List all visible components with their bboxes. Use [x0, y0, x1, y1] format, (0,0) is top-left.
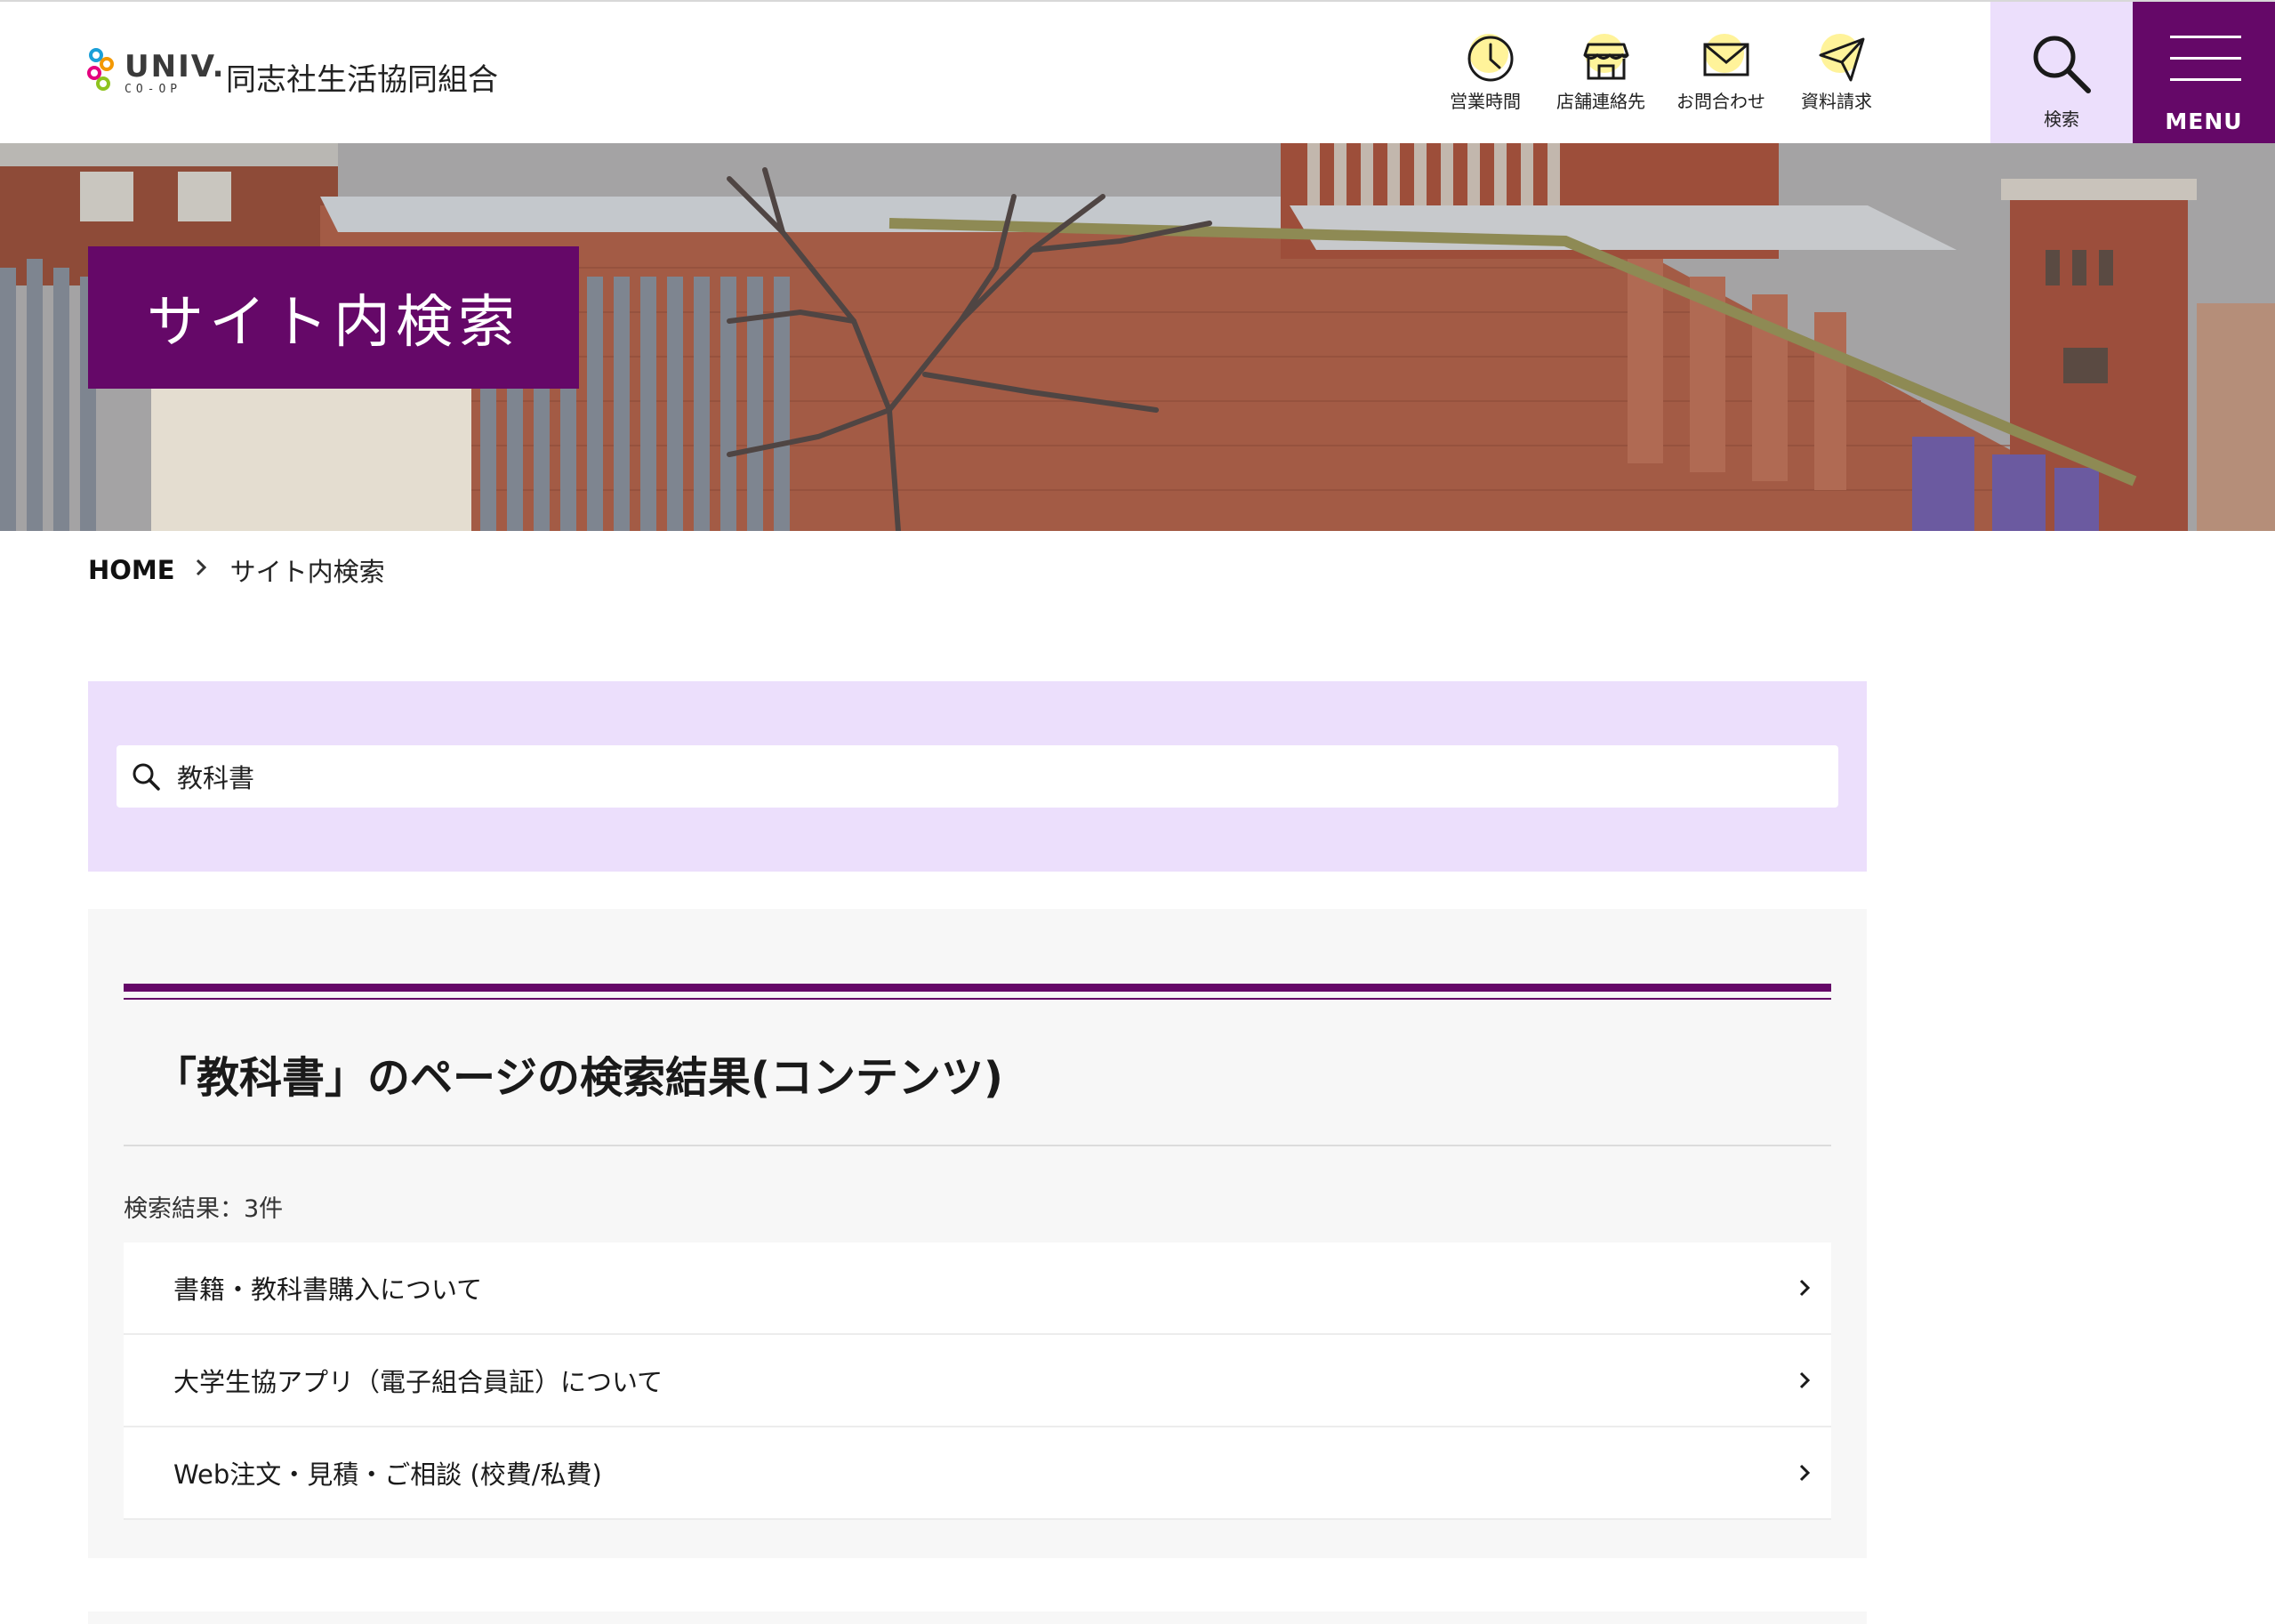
menu-button[interactable]: MENU: [2133, 2, 2275, 145]
univ-coop-logo[interactable]: UNIV. CO-OP: [85, 48, 226, 98]
result-item[interactable]: 大学生協アプリ（電子組合員証）について: [124, 1335, 1831, 1427]
menu-label: MENU: [2165, 109, 2243, 134]
inquiry-label: お問合わせ: [1676, 91, 1765, 112]
chevron-right-icon: [1799, 1371, 1811, 1389]
clock-icon: [1467, 36, 1514, 82]
result-item-title: 書籍・教科書購入について: [173, 1274, 483, 1305]
result-item-title: Web注文・見積・ご相談 (校費/私費): [173, 1459, 602, 1490]
search-icon: [2033, 36, 2091, 93]
business-hours-link[interactable]: 営業時間: [1427, 28, 1543, 113]
paper-plane-icon: [1819, 37, 1865, 82]
header-search-label: 検索: [2044, 109, 2079, 130]
search-icon: [133, 763, 160, 791]
breadcrumb-home-link[interactable]: HOME: [88, 555, 175, 585]
result-item[interactable]: 書籍・教科書購入について: [124, 1242, 1831, 1335]
breadcrumb-current: サイト内検索: [229, 557, 385, 587]
results-count: 検索結果：3件: [124, 1195, 284, 1223]
chevron-right-icon: [195, 557, 207, 583]
result-item-title: 大学生協アプリ（電子組合員証）について: [173, 1367, 663, 1397]
page-title: サイト内検索: [88, 246, 579, 389]
heading-rule-thin: [124, 998, 1831, 1000]
breadcrumb: HOME サイト内検索: [88, 551, 385, 589]
store-contact-label: 店舗連絡先: [1556, 91, 1645, 112]
results-list: 書籍・教科書購入について 大学生協アプリ（電子組合員証）について Web注文・見…: [124, 1242, 1831, 1520]
chevron-right-icon: [1799, 1464, 1811, 1482]
result-item[interactable]: Web注文・見積・ご相談 (校費/私費): [124, 1427, 1831, 1520]
document-request-label: 資料請求: [1801, 91, 1872, 112]
search-field-wrapper: [117, 745, 1838, 808]
inquiry-link[interactable]: お問合わせ: [1659, 28, 1783, 113]
hero-banner: サイト内検索: [0, 143, 2275, 531]
results-heading: 「教科書」のページの検索結果(コンテンツ): [154, 1053, 1003, 1103]
logo-coop-text: CO-OP: [125, 82, 182, 96]
heading-rule: [124, 984, 1831, 992]
mail-icon: [1703, 43, 1749, 76]
chevron-right-icon: [1799, 1279, 1811, 1297]
search-results-section: 「教科書」のページの検索結果(コンテンツ) 検索結果：3件 書籍・教科書購入につ…: [88, 909, 1867, 1558]
search-panel: [88, 681, 1867, 872]
hamburger-icon: [2170, 36, 2241, 38]
store-icon: [1583, 43, 1629, 80]
coop-logo-mark-icon: [85, 48, 117, 98]
divider: [124, 1145, 1831, 1146]
header-quick-links: 営業時間 店舗連絡先 お問合わせ 資料請求: [1427, 28, 1890, 113]
header-search-button[interactable]: 検索: [1990, 2, 2133, 145]
store-contact-link[interactable]: 店舗連絡先: [1543, 28, 1659, 113]
logo-univ-text: UNIV.: [125, 48, 226, 84]
document-request-link[interactable]: 資料請求: [1783, 28, 1890, 113]
next-section-edge: [88, 1612, 1867, 1624]
business-hours-label: 営業時間: [1450, 91, 1521, 112]
organization-name[interactable]: 同志社生活協同組合: [226, 55, 498, 99]
search-input[interactable]: [175, 760, 1780, 792]
site-header: UNIV. CO-OP 同志社生活協同組合 営業時間 店舗連絡先 お問合わせ 資…: [0, 0, 2275, 145]
